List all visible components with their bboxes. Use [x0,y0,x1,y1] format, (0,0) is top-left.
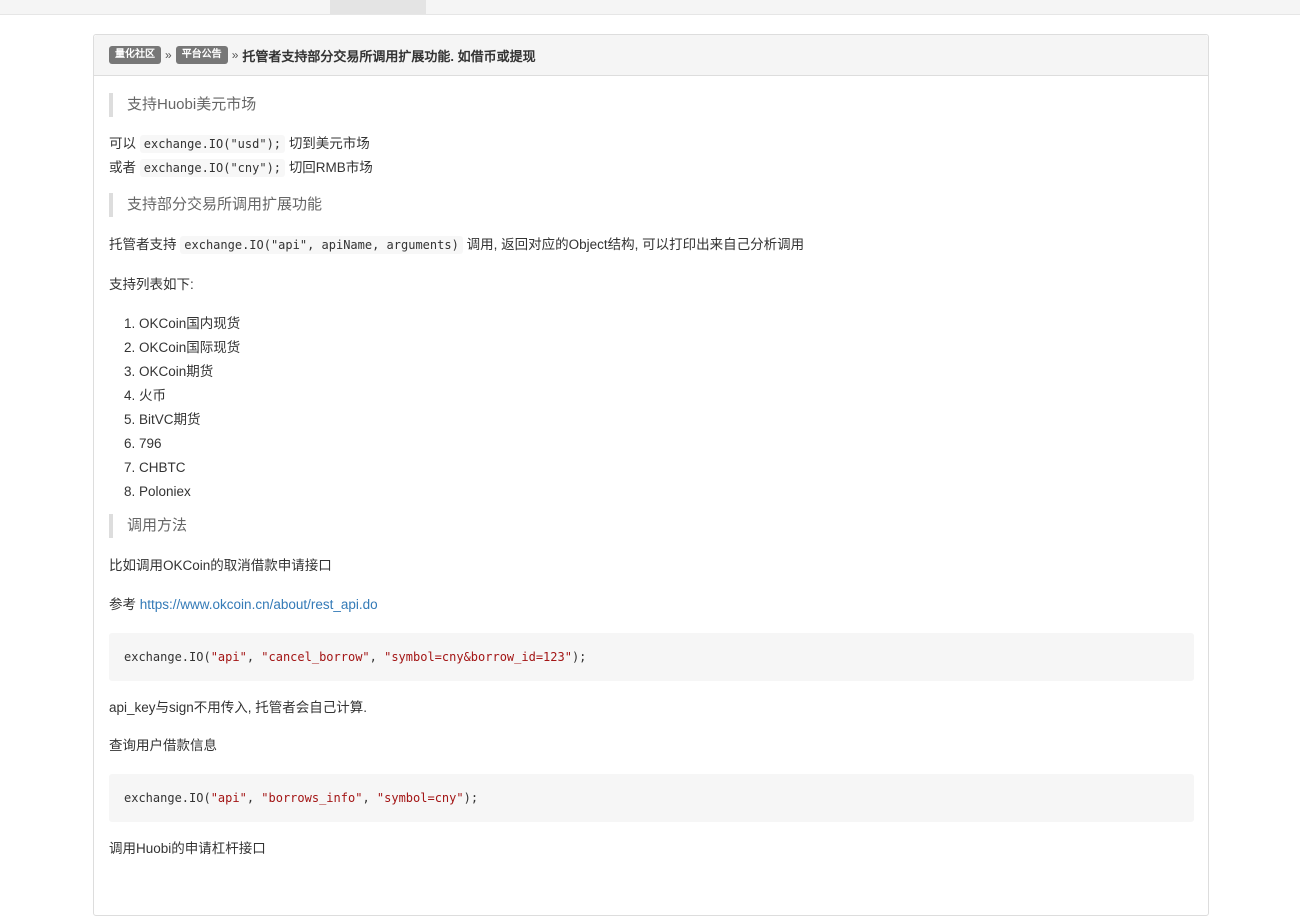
usd-code: exchange.IO("usd"); [139,135,286,153]
list-item: 火币 [139,384,1194,408]
cny-prefix: 或者 [109,160,136,175]
list-item: Poloniex [139,480,1194,504]
usd-suffix: 切到美元市场 [288,136,370,151]
code-block-cancel-borrow: exchange.IO("api", "cancel_borrow", "sym… [109,633,1194,681]
cny-instruction-line: 或者 exchange.IO("cny"); 切回RMB市场 [109,156,1194,180]
extension-intro-code: exchange.IO("api", apiName, arguments) [180,236,463,254]
post-panel: 量化社区 » 平台公告 » 托管者支持部分交易所调用扩展功能. 如借币或提现 支… [93,34,1209,916]
list-item: OKCoin国际现货 [139,336,1194,360]
query-intro: 查询用户借款信息 [109,738,217,753]
code-end: ); [463,791,479,805]
breadcrumb-announcement-link[interactable]: 平台公告 [175,46,228,64]
extension-intro-suffix: 调用, 返回对应的Object结构, 可以打印出来自己分析调用 [466,237,805,252]
code-string: "symbol=cny&borrow_id=123" [384,650,572,664]
post-body: 支持Huobi美元市场 可以 exchange.IO("usd"); 切到美元市… [94,93,1208,861]
breadcrumb: 量化社区 » 平台公告 » 托管者支持部分交易所调用扩展功能. 如借币或提现 [94,35,1208,76]
example-intro: 比如调用OKCoin的取消借款申请接口 [109,558,332,573]
breadcrumb-separator: » [231,48,239,62]
page-title: 托管者支持部分交易所调用扩展功能. 如借币或提现 [242,48,536,64]
code-string: "api" [210,791,247,805]
list-item: BitVC期货 [139,408,1194,432]
list-item: CHBTC [139,456,1194,480]
reference-line: 参考 https://www.okcoin.cn/about/rest_api.… [109,593,1194,617]
top-nav-bar [0,0,1300,15]
code-end: ); [571,650,587,664]
usd-prefix: 可以 [109,136,136,151]
cny-code: exchange.IO("cny"); [139,159,286,177]
breadcrumb-separator: » [165,48,172,62]
extension-intro-prefix: 托管者支持 [109,237,177,252]
code-string: "borrows_info" [261,791,363,805]
auth-note: api_key与sign不用传入, 托管者会自己计算. [109,700,368,715]
list-item: OKCoin国内现货 [139,312,1194,336]
reference-link[interactable]: https://www.okcoin.cn/about/rest_api.do [140,597,378,612]
list-item: OKCoin期货 [139,360,1194,384]
code-fn: exchange.IO( [124,791,211,805]
breadcrumb-community-link[interactable]: 量化社区 [109,46,161,64]
section-heading-usd: 支持Huobi美元市场 [109,93,1194,117]
cny-suffix: 切回RMB市场 [288,160,373,175]
code-string: "symbol=cny" [376,791,464,805]
code-fn: exchange.IO( [124,650,211,664]
code-block-borrows-info: exchange.IO("api", "borrows_info", "symb… [109,774,1194,822]
usd-instruction-line: 可以 exchange.IO("usd"); 切到美元市场 [109,132,1194,156]
extension-intro-line: 托管者支持 exchange.IO("api", apiName, argume… [109,233,1194,257]
reference-prefix: 参考 [109,597,136,612]
code-string: "cancel_borrow" [261,650,370,664]
list-item: 796 [139,432,1194,456]
exchange-list-intro: 支持列表如下: [109,277,194,292]
section-heading-usage: 调用方法 [109,514,1194,538]
exchange-list: OKCoin国内现货 OKCoin国际现货 OKCoin期货 火币 BitVC期… [109,312,1194,504]
huobi-intro: 调用Huobi的申请杠杆接口 [109,841,266,856]
code-string: "api" [210,650,247,664]
section-heading-extension: 支持部分交易所调用扩展功能 [109,193,1194,217]
top-nav-active-tab[interactable] [330,0,426,14]
